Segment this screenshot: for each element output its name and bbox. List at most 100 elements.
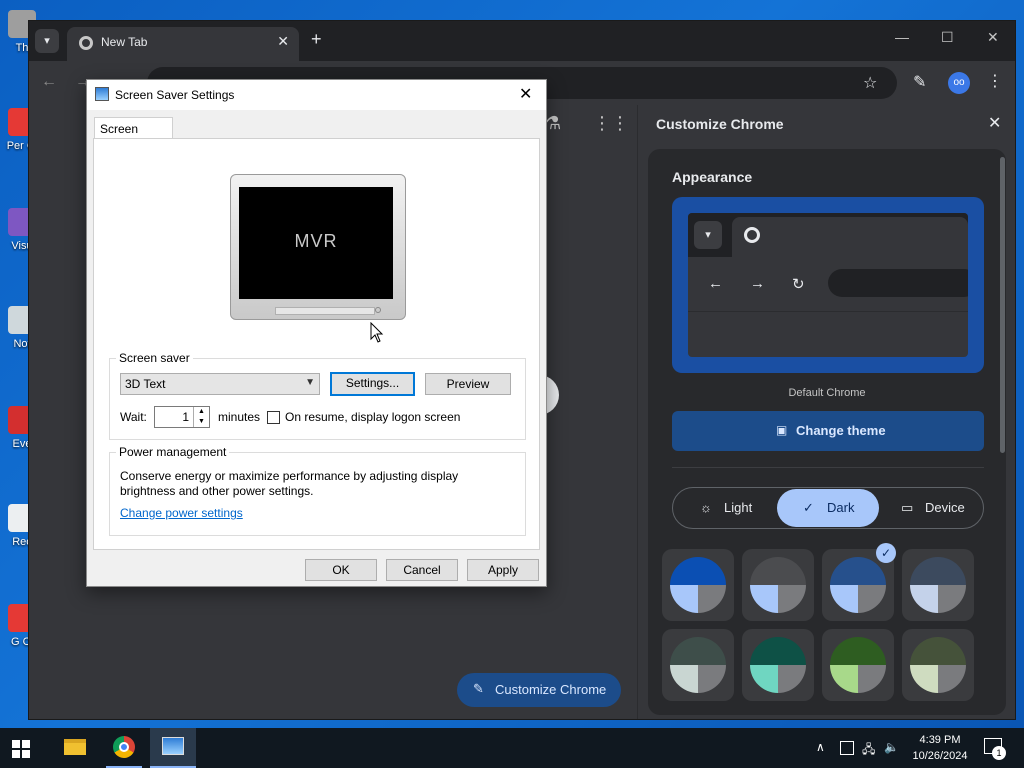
theme-image-icon: ▣ — [776, 423, 788, 437]
appearance-card: Appearance ▾ ← → ↻ Default Chrome ▣ Chan — [648, 149, 1006, 715]
chrome-favicon-icon — [79, 36, 93, 50]
kebab-menu-icon[interactable]: ⋮ — [987, 71, 1003, 91]
clock-time: 4:39 PM — [919, 734, 961, 746]
minimize-button[interactable]: — — [895, 29, 909, 45]
customize-pencil-icon[interactable]: ✎ — [913, 72, 926, 92]
swatch-circle — [830, 557, 886, 613]
close-window-button[interactable]: ✕ — [987, 29, 999, 46]
network-icon[interactable]: 🖧 — [862, 740, 875, 761]
monitor-power-led — [375, 307, 381, 313]
monitor-bezel-strip — [275, 307, 375, 315]
theme-preview-window: ▾ ← → ↻ — [688, 213, 968, 357]
swatch-circle — [910, 557, 966, 613]
chevron-down-icon: ▼ — [305, 377, 315, 388]
color-swatch[interactable]: ✓ — [822, 543, 896, 621]
swatch-circle — [750, 557, 806, 613]
theme-name: Default Chrome — [788, 387, 866, 399]
color-swatch[interactable] — [662, 549, 734, 621]
preview-button[interactable]: Preview — [425, 373, 511, 395]
screen-saver-app-icon — [95, 87, 109, 101]
mode-light-label: Light — [724, 500, 753, 515]
mouse-cursor-icon — [370, 322, 384, 343]
minutes-label: minutes — [218, 410, 261, 424]
volume-muted-icon[interactable]: 🔈 — [884, 740, 899, 754]
tab-close-icon[interactable]: ✕ — [277, 33, 289, 50]
mode-dark-label: Dark — [827, 500, 855, 515]
dialog-close-icon[interactable]: ✕ — [519, 84, 532, 104]
preview-omnibox — [828, 269, 968, 297]
clock-date: 10/26/2024 — [912, 750, 968, 762]
tab-strip: ▾ New Tab ✕ + — ☐ ✕ — [29, 21, 1015, 61]
mode-dark-button[interactable]: ✓ Dark — [777, 489, 879, 527]
spin-arrows-icon[interactable]: ▲ ▼ — [193, 407, 209, 427]
swatch-circle — [670, 557, 726, 613]
swatch-circle — [750, 637, 806, 693]
monitor-screen: MVR — [239, 187, 393, 299]
dialog-title: Screen Saver Settings — [115, 88, 235, 102]
side-panel-close-icon[interactable]: ✕ — [988, 113, 1001, 133]
chevron-down-icon: ▾ — [44, 35, 50, 47]
customize-chrome-label: Customize Chrome — [495, 682, 607, 697]
sun-icon: ☼ — [700, 500, 712, 515]
power-management-label: Power management — [116, 445, 230, 459]
tab-new-tab[interactable]: New Tab ✕ — [67, 27, 299, 61]
google-apps-icon[interactable]: ⋮⋮ — [593, 113, 629, 134]
wait-minutes-stepper[interactable]: 1 ▲ ▼ — [154, 406, 210, 428]
change-theme-button[interactable]: ▣ Change theme — [672, 411, 984, 451]
screen-saver-group-label: Screen saver — [116, 351, 193, 365]
bookmark-star-icon[interactable]: ☆ — [863, 73, 877, 93]
theme-preview: ▾ ← → ↻ — [672, 197, 984, 373]
apply-button[interactable]: Apply — [467, 559, 539, 581]
ok-button[interactable]: OK — [305, 559, 377, 581]
chrome-logo-icon — [744, 227, 760, 243]
cancel-button[interactable]: Cancel — [386, 559, 458, 581]
mode-light-button[interactable]: ☼ Light — [674, 489, 776, 527]
new-tab-button[interactable]: + — [311, 29, 322, 50]
color-swatch[interactable] — [822, 629, 894, 701]
preview-forward-icon: → — [750, 275, 765, 292]
monitor-preview: MVR — [230, 174, 406, 320]
wait-label: Wait: — [120, 410, 147, 424]
tab-title: New Tab — [101, 35, 148, 49]
file-explorer-icon[interactable] — [58, 728, 92, 768]
preview-reload-icon: ↻ — [792, 276, 805, 293]
taskbar-clock[interactable]: 4:39 PM 10/26/2024 — [904, 732, 976, 764]
screen-saver-select-value: 3D Text — [125, 377, 166, 391]
side-panel-scrollbar[interactable] — [1000, 157, 1005, 453]
chrome-taskbar-icon[interactable] — [106, 728, 142, 768]
tray-chevron-icon[interactable]: ∧ — [816, 740, 825, 754]
chevron-down-icon: ▾ — [694, 221, 722, 249]
wait-minutes-value: 1 — [182, 410, 189, 424]
power-management-description: Conserve energy or maximize performance … — [120, 469, 459, 498]
color-swatch[interactable] — [662, 629, 734, 701]
divider — [672, 467, 984, 468]
maximize-button[interactable]: ☐ — [941, 29, 954, 46]
taskbar: ∧ 🖧 🔈 4:39 PM 10/26/2024 1 — [0, 728, 1024, 768]
change-power-settings-link[interactable]: Change power settings — [120, 506, 243, 520]
tab-search-button[interactable]: ▾ — [35, 29, 59, 53]
profile-avatar-icon[interactable]: oo — [948, 72, 970, 94]
labs-flask-icon[interactable]: ⚗ — [545, 113, 561, 134]
color-swatch[interactable] — [742, 549, 814, 621]
tab-screen-saver[interactable]: Screen Saver — [94, 117, 173, 150]
color-swatch[interactable] — [902, 629, 974, 701]
security-shield-icon[interactable] — [840, 741, 854, 755]
swatch-circle — [670, 637, 726, 693]
settings-button[interactable]: Settings... — [330, 372, 415, 396]
color-swatch[interactable] — [902, 549, 974, 621]
resume-logon-checkbox[interactable] — [267, 411, 280, 424]
selected-check-icon: ✓ — [876, 543, 896, 563]
resume-logon-label: On resume, display logon screen — [285, 410, 461, 424]
appearance-heading: Appearance — [672, 169, 753, 185]
customize-chrome-button[interactable]: ✎ Customize Chrome — [457, 673, 621, 707]
preview-tab-strip: ▾ — [688, 213, 968, 257]
screen-saver-dialog: Screen Saver Settings ✕ Screen Saver MVR… — [86, 79, 547, 587]
screen-saver-select[interactable]: 3D Text ▼ — [120, 373, 320, 395]
screen-saver-taskbar-icon[interactable] — [150, 728, 196, 768]
mode-device-button[interactable]: ▭ Device — [881, 489, 983, 527]
color-mode-selector: ☼ Light ✓ Dark ▭ Device — [672, 487, 984, 529]
color-swatch[interactable] — [742, 629, 814, 701]
windows-start-icon[interactable] — [12, 740, 30, 758]
notification-badge: 1 — [992, 746, 1006, 760]
back-icon[interactable]: ← — [41, 73, 57, 91]
